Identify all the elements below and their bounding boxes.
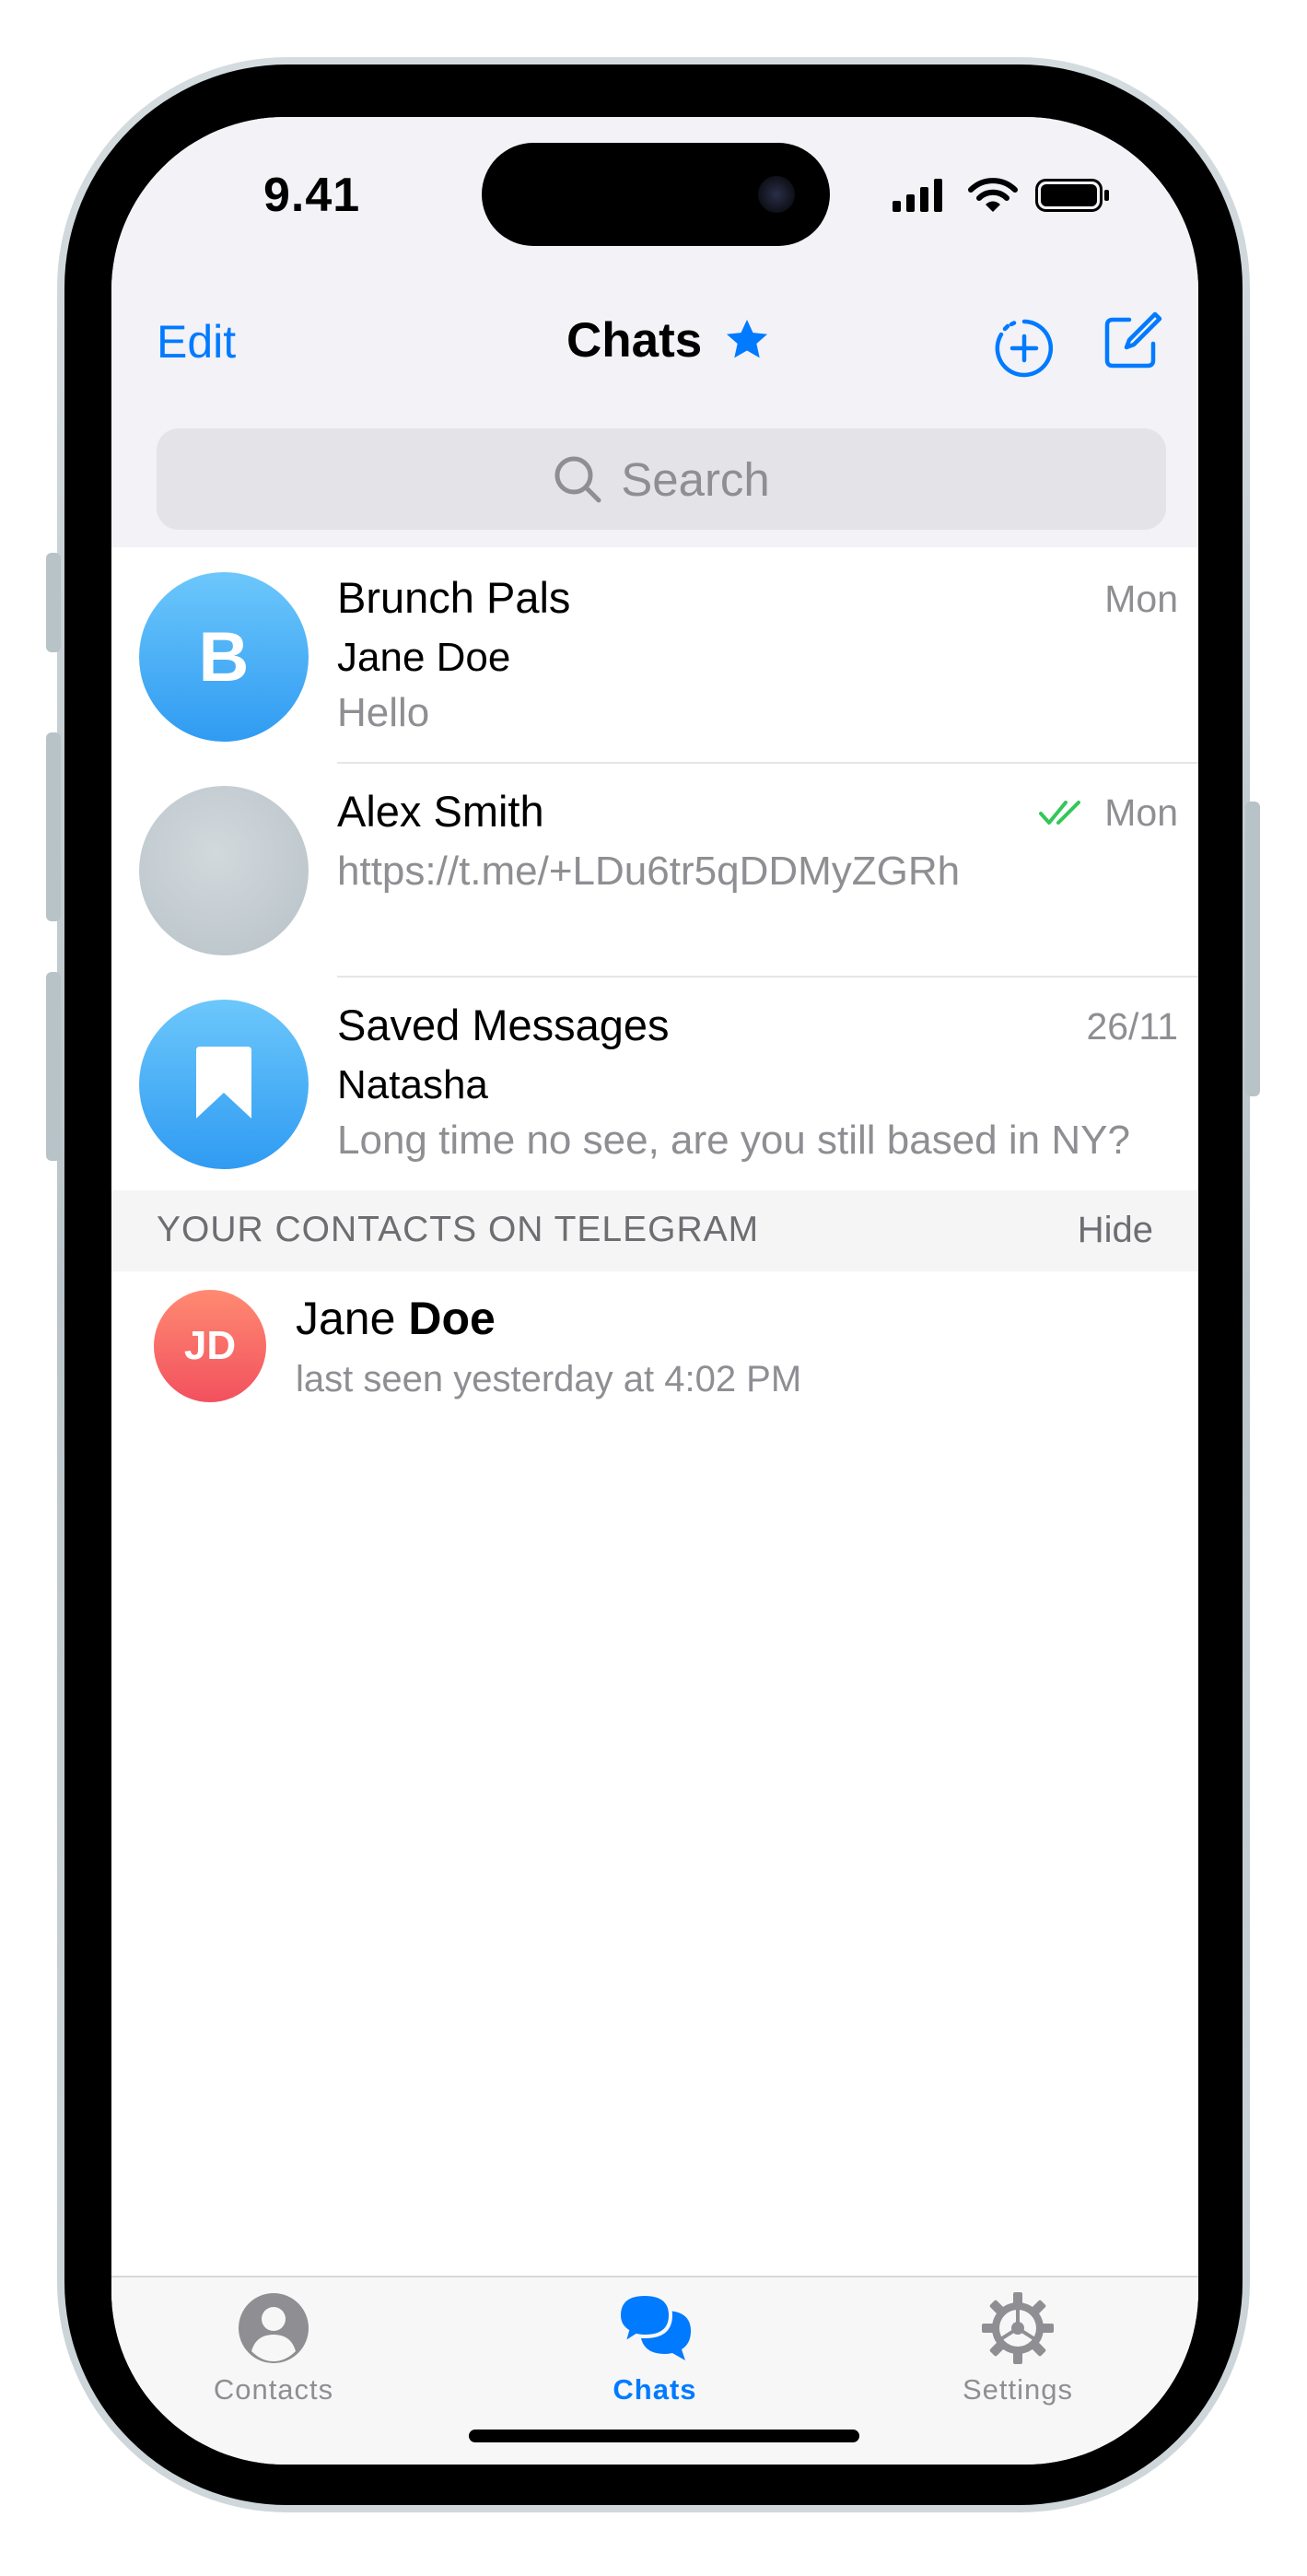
chat-date: Mon — [1104, 578, 1178, 620]
chat-preview: Hello — [337, 690, 430, 735]
volume-down-button — [46, 972, 61, 1161]
tab-label: Chats — [613, 2373, 697, 2406]
dynamic-island — [482, 143, 830, 246]
person-circle-icon — [239, 2293, 309, 2363]
volume-up-button — [46, 732, 61, 921]
chat-row-brunch-pals[interactable]: B Brunch Pals Mon Jane Doe Hello — [111, 550, 1198, 764]
avatar-initials: JD — [183, 1323, 237, 1368]
page-title: Chats — [566, 312, 703, 368]
contact-last-name: Doe — [408, 1293, 496, 1344]
hide-button[interactable]: Hide — [1078, 1210, 1153, 1251]
chat-name: Saved Messages — [337, 1001, 670, 1049]
search-placeholder: Search — [621, 452, 770, 506]
avatar: JD — [154, 1290, 266, 1402]
home-indicator — [469, 2430, 859, 2442]
chat-bubbles-icon — [617, 2291, 691, 2360]
screen: 9.41 Edit Chats Search B Brunch Pals Mon… — [111, 117, 1198, 2465]
chat-row-saved-messages[interactable]: Saved Messages 26/11 Natasha Long time n… — [111, 978, 1198, 1191]
search-input[interactable]: Search — [157, 428, 1166, 530]
section-title: YOUR CONTACTS ON TELEGRAM — [157, 1210, 760, 1249]
chat-row-alex-smith[interactable]: Alex Smith Mon https://t.me/+LDu6tr5qDDM… — [111, 764, 1198, 978]
avatar: B — [139, 572, 309, 742]
star-icon[interactable] — [722, 315, 772, 365]
status-icons — [893, 178, 1109, 212]
tab-label: Contacts — [213, 2373, 334, 2406]
gear-icon — [982, 2292, 1054, 2364]
chat-date: 26/11 — [1086, 1005, 1178, 1048]
wifi-icon — [968, 178, 1018, 212]
contact-name: Jane Doe — [296, 1292, 496, 1345]
battery-icon — [1035, 179, 1109, 212]
contact-first-name: Jane — [296, 1293, 396, 1344]
chat-sender: Natasha — [337, 1062, 488, 1107]
edit-button[interactable]: Edit — [157, 315, 236, 369]
compose-icon[interactable] — [1102, 310, 1162, 371]
tab-chats[interactable]: Chats — [535, 2290, 775, 2429]
nav-title-group: Chats — [566, 310, 772, 369]
chat-name: Alex Smith — [337, 787, 544, 836]
chat-preview: https://t.me/+LDu6tr5qDDMyZGRh — [337, 849, 961, 894]
chat-date: Mon — [1104, 791, 1178, 834]
avatar — [139, 786, 309, 955]
contact-last-seen: last seen yesterday at 4:02 PM — [296, 1359, 802, 1399]
chat-name: Brunch Pals — [337, 573, 571, 622]
avatar-letter: B — [198, 617, 250, 697]
contacts-section-header: YOUR CONTACTS ON TELEGRAM Hide — [111, 1190, 1198, 1271]
chat-sender: Jane Doe — [337, 635, 511, 680]
tab-contacts[interactable]: Contacts — [154, 2290, 393, 2429]
chat-preview: Long time no see, are you still based in… — [337, 1118, 1130, 1163]
action-button — [46, 553, 61, 652]
search-icon — [554, 456, 601, 503]
double-check-icon — [1039, 801, 1080, 825]
contact-row-jane-doe[interactable]: JD Jane Doe last seen yesterday at 4:02 … — [111, 1271, 1198, 1410]
camera-icon — [758, 176, 795, 213]
new-story-icon[interactable] — [994, 318, 1055, 379]
signal-icon — [893, 179, 942, 212]
tab-label: Settings — [962, 2373, 1073, 2406]
tab-settings[interactable]: Settings — [898, 2290, 1138, 2429]
status-time: 9.41 — [263, 169, 361, 222]
power-button — [1245, 802, 1260, 1096]
bookmark-icon — [196, 1047, 251, 1118]
avatar — [139, 1000, 309, 1169]
